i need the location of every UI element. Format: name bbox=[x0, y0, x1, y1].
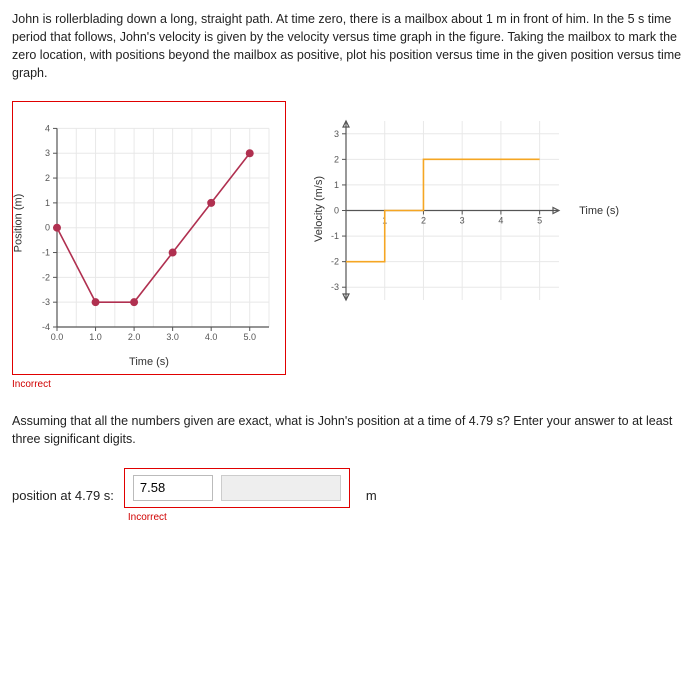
velocity-chart-svg: 12345-3-2-10123 bbox=[316, 113, 571, 308]
position-chart-wrapper: Position (m) 0.01.02.03.04.05.0-4-3-2-10… bbox=[12, 101, 286, 390]
svg-text:4: 4 bbox=[45, 123, 50, 133]
position-chart-svg: 0.0 1.0 2.0 3.0 4.0 5.0 -4 -3 -2 -1 0 1 2 3 4 bbox=[19, 108, 279, 353]
svg-text:-3: -3 bbox=[42, 297, 50, 307]
followup-question: Assuming that all the numbers given are … bbox=[12, 412, 688, 448]
svg-text:1: 1 bbox=[45, 197, 50, 207]
svg-text:3: 3 bbox=[45, 148, 50, 158]
answer-row: position at 4.79 s: Incorrect m bbox=[12, 468, 688, 523]
answer-bar bbox=[221, 475, 341, 501]
svg-text:1: 1 bbox=[334, 179, 339, 189]
svg-text:2: 2 bbox=[421, 215, 426, 225]
velocity-ylabel: Velocity (m/s) bbox=[313, 175, 325, 241]
incorrect-label-answer: Incorrect bbox=[128, 512, 350, 523]
velocity-xlabel: Time (s) bbox=[579, 205, 619, 217]
svg-text:5.0: 5.0 bbox=[243, 332, 256, 342]
position-xlabel: Time (s) bbox=[49, 356, 249, 368]
velocity-chart: Velocity (m/s) 12345-3-2-10123 Time (s) bbox=[316, 113, 571, 311]
svg-text:2.0: 2.0 bbox=[128, 332, 141, 342]
svg-text:3.0: 3.0 bbox=[166, 332, 179, 342]
svg-text:2: 2 bbox=[334, 154, 339, 164]
svg-text:-2: -2 bbox=[331, 256, 339, 266]
charts-row: Position (m) 0.01.02.03.04.05.0-4-3-2-10… bbox=[12, 101, 688, 390]
answer-box-group: Incorrect bbox=[124, 468, 350, 523]
svg-text:-1: -1 bbox=[331, 231, 339, 241]
svg-text:2: 2 bbox=[45, 173, 50, 183]
incorrect-label-chart: Incorrect bbox=[12, 379, 286, 390]
svg-text:0: 0 bbox=[334, 205, 339, 215]
svg-text:0.0: 0.0 bbox=[51, 332, 64, 342]
answer-label: position at 4.79 s: bbox=[12, 488, 114, 503]
svg-text:1.0: 1.0 bbox=[89, 332, 102, 342]
svg-text:4: 4 bbox=[498, 215, 503, 225]
svg-text:-2: -2 bbox=[42, 272, 50, 282]
position-ylabel: Position (m) bbox=[12, 193, 24, 252]
svg-text:-4: -4 bbox=[42, 322, 50, 332]
position-chart[interactable]: Position (m) 0.01.02.03.04.05.0-4-3-2-10… bbox=[12, 101, 286, 375]
problem-statement: John is rollerblading down a long, strai… bbox=[12, 10, 688, 83]
answer-box bbox=[124, 468, 350, 508]
svg-text:3: 3 bbox=[334, 128, 339, 138]
svg-text:-1: -1 bbox=[42, 247, 50, 257]
answer-unit: m bbox=[366, 488, 377, 503]
svg-text:-3: -3 bbox=[331, 282, 339, 292]
svg-text:0: 0 bbox=[45, 222, 50, 232]
svg-text:3: 3 bbox=[460, 215, 465, 225]
svg-text:4.0: 4.0 bbox=[205, 332, 218, 342]
answer-input[interactable] bbox=[133, 475, 213, 501]
svg-text:5: 5 bbox=[537, 215, 542, 225]
